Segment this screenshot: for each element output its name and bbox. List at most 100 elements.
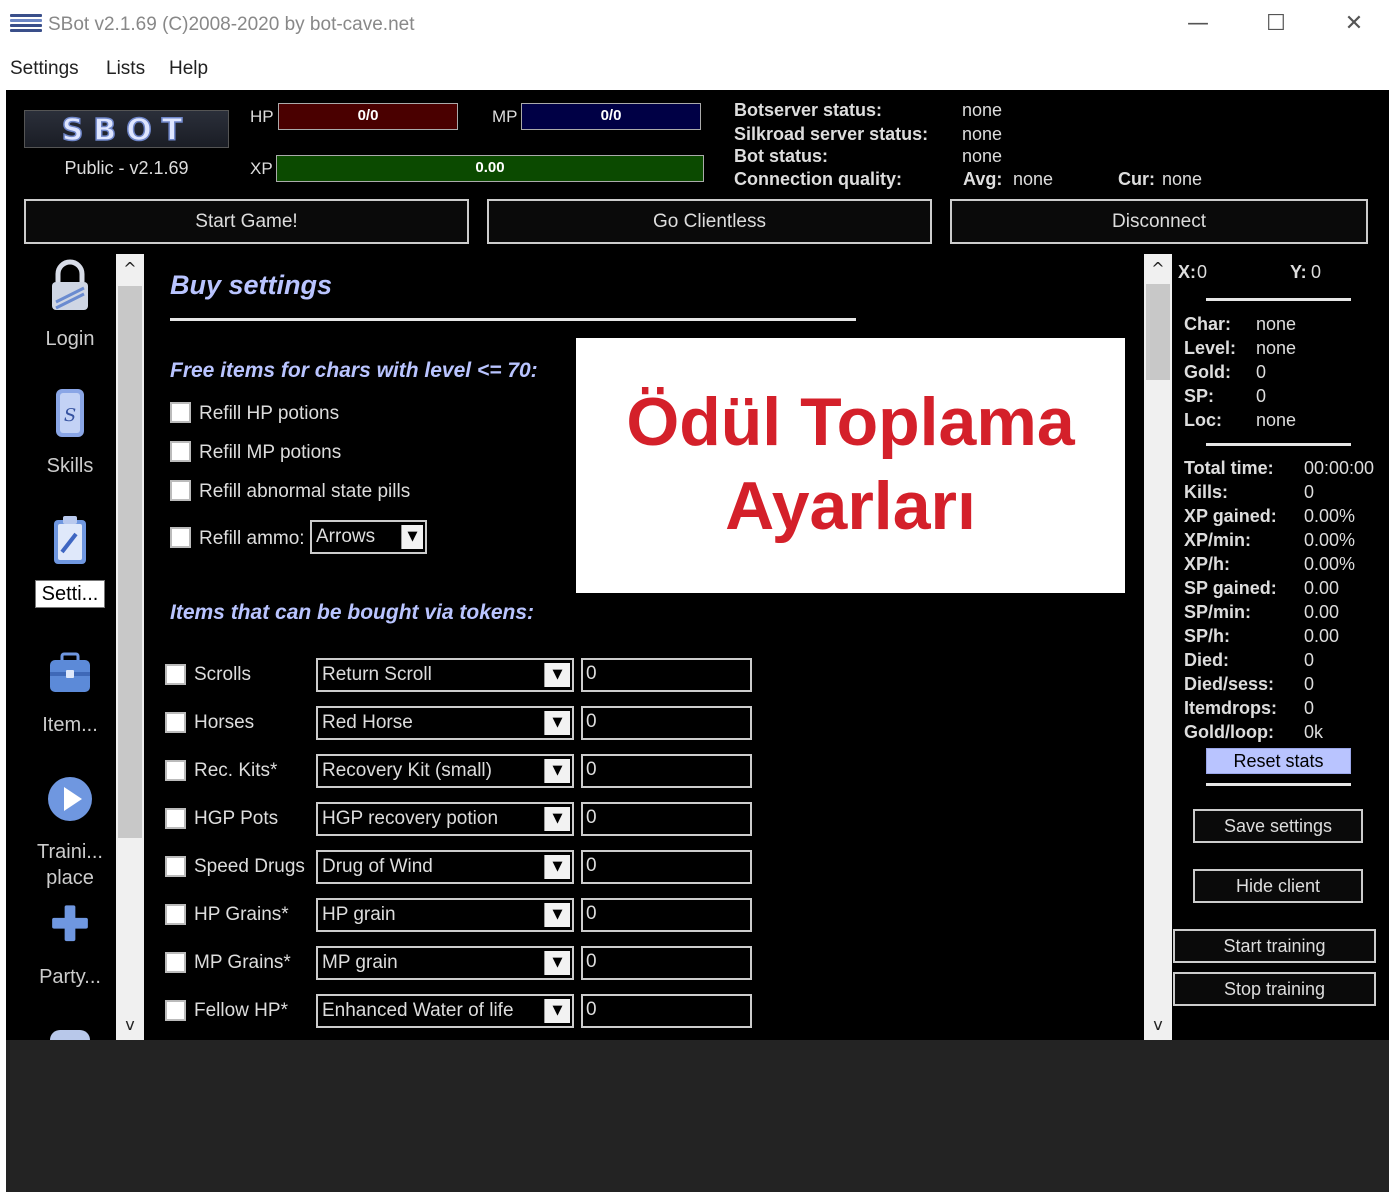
token-item-checkbox[interactable] bbox=[165, 952, 186, 973]
token-item-select[interactable]: Recovery Kit (small) ▼ bbox=[316, 754, 574, 788]
menu-settings[interactable]: Settings bbox=[10, 58, 79, 80]
token-item-quantity-input[interactable]: 0 bbox=[581, 994, 752, 1028]
token-item-select[interactable]: Enhanced Water of life ▼ bbox=[316, 994, 574, 1028]
clipboard-icon bbox=[54, 516, 86, 564]
refill-ammo-checkbox[interactable] bbox=[170, 527, 191, 548]
botserver-status-value: none bbox=[962, 100, 1003, 120]
panel-scroll-down-icon[interactable]: v bbox=[1144, 1010, 1172, 1040]
token-item-quantity-input[interactable]: 0 bbox=[581, 850, 752, 884]
token-item-select-value: Drug of Wind bbox=[322, 856, 433, 877]
stat-label: SP/min: bbox=[1184, 602, 1252, 622]
chevron-down-icon[interactable]: ▼ bbox=[544, 663, 570, 687]
token-item-select[interactable]: Return Scroll ▼ bbox=[316, 658, 574, 692]
minimize-button[interactable]: — bbox=[1178, 8, 1218, 40]
token-item-select[interactable]: Drug of Wind ▼ bbox=[316, 850, 574, 884]
chevron-down-icon[interactable]: ▼ bbox=[544, 759, 570, 783]
hp-bar: 0/0 bbox=[278, 103, 458, 130]
plus-icon bbox=[52, 905, 88, 942]
stat-label: Itemdrops: bbox=[1184, 698, 1278, 718]
token-item-quantity-input[interactable]: 0 bbox=[581, 946, 752, 980]
chevron-down-icon[interactable]: ▼ bbox=[544, 903, 570, 927]
nav-skills[interactable]: S Skills bbox=[28, 385, 112, 479]
stat-value: 0.00% bbox=[1304, 554, 1356, 574]
char-info-label: Gold: bbox=[1184, 362, 1231, 382]
token-item-quantity-input[interactable]: 0 bbox=[581, 802, 752, 836]
disconnect-button[interactable]: Disconnect bbox=[950, 199, 1368, 244]
scroll-up-icon[interactable]: ^ bbox=[116, 254, 144, 284]
token-item-checkbox[interactable] bbox=[165, 856, 186, 877]
scroll-down-icon[interactable]: v bbox=[116, 1010, 144, 1040]
reset-stats-button[interactable]: Reset stats bbox=[1206, 748, 1351, 774]
stat-value: 0.00 bbox=[1304, 578, 1340, 598]
chevron-down-icon[interactable]: ▼ bbox=[544, 855, 570, 879]
chevron-down-icon[interactable]: ▼ bbox=[544, 807, 570, 831]
nav-more-icon bbox=[50, 1030, 90, 1040]
chevron-down-icon[interactable]: ▼ bbox=[544, 999, 570, 1023]
token-item-select[interactable]: MP grain ▼ bbox=[316, 946, 574, 980]
logo-text: SBOT bbox=[62, 113, 192, 145]
go-clientless-button[interactable]: Go Clientless bbox=[487, 199, 932, 244]
chevron-down-icon[interactable]: ▼ bbox=[544, 711, 570, 735]
nav-items[interactable]: Item... bbox=[28, 644, 112, 738]
stat-label: Died/sess: bbox=[1184, 674, 1275, 694]
stat-value: 0.00 bbox=[1304, 626, 1340, 646]
menu-lists[interactable]: Lists bbox=[106, 58, 145, 80]
panel-scroll-thumb[interactable] bbox=[1146, 284, 1170, 380]
ammo-select[interactable]: Arrows ▼ bbox=[310, 520, 427, 554]
hide-client-button[interactable]: Hide client bbox=[1193, 869, 1363, 903]
token-item-quantity-input[interactable]: 0 bbox=[581, 754, 752, 788]
sbot-logo: SBOT bbox=[24, 110, 229, 148]
chevron-down-icon[interactable]: ▼ bbox=[401, 525, 423, 549]
token-item-checkbox[interactable] bbox=[165, 808, 186, 829]
token-item-select[interactable]: HGP recovery potion ▼ bbox=[316, 802, 574, 836]
menu-help[interactable]: Help bbox=[169, 58, 208, 80]
token-item-checkbox[interactable] bbox=[165, 1000, 186, 1021]
nav-settings[interactable]: Setti... bbox=[28, 512, 112, 608]
stat-value: 0 bbox=[1304, 482, 1315, 502]
token-item-checkbox[interactable] bbox=[165, 664, 186, 685]
refill-hp-checkbox[interactable] bbox=[170, 402, 191, 423]
close-button[interactable]: ✕ bbox=[1334, 8, 1374, 40]
char-info-label: Level: bbox=[1184, 338, 1237, 358]
token-item-select-value: Red Horse bbox=[322, 712, 413, 733]
chevron-down-icon[interactable]: ▼ bbox=[544, 951, 570, 975]
stop-training-button[interactable]: Stop training bbox=[1173, 972, 1376, 1006]
start-game-button[interactable]: Start Game! bbox=[24, 199, 469, 244]
bot-status-label: Bot status: bbox=[734, 146, 828, 166]
save-settings-button[interactable]: Save settings bbox=[1193, 809, 1363, 843]
panel-scrollbar[interactable]: ^ v bbox=[1144, 254, 1172, 1040]
token-item-quantity-input[interactable]: 0 bbox=[581, 658, 752, 692]
title-bar: SBot v2.1.69 (C)2008-2020 by bot-cave.ne… bbox=[0, 0, 1389, 50]
x-value: 0 bbox=[1197, 262, 1208, 282]
token-items-heading: Items that can be bought via tokens: bbox=[170, 601, 535, 624]
token-item-quantity-input[interactable]: 0 bbox=[581, 898, 752, 932]
char-info-value: none bbox=[1256, 338, 1297, 358]
refill-pills-checkbox[interactable] bbox=[170, 480, 191, 501]
token-item-quantity-input[interactable]: 0 bbox=[581, 706, 752, 740]
token-item-checkbox[interactable] bbox=[165, 904, 186, 925]
panel-title: Buy settings bbox=[170, 270, 333, 300]
token-item-select[interactable]: Red Horse ▼ bbox=[316, 706, 574, 740]
nav-items-label: Item... bbox=[42, 714, 98, 736]
refill-mp-checkbox[interactable] bbox=[170, 441, 191, 462]
nav-scrollbar[interactable]: ^ v bbox=[116, 254, 144, 1040]
panel-scroll-up-icon[interactable]: ^ bbox=[1144, 254, 1172, 284]
token-item-checkbox[interactable] bbox=[165, 760, 186, 781]
nav-party[interactable]: Party... bbox=[28, 900, 112, 990]
stat-label: Gold/loop: bbox=[1184, 722, 1274, 742]
nav-training-place[interactable]: Traini... place bbox=[28, 771, 112, 891]
token-item-label: Horses bbox=[194, 712, 255, 733]
xp-bar: 0.00 bbox=[276, 155, 704, 182]
free-items-heading: Free items for chars with level <= 70: bbox=[170, 359, 538, 382]
maximize-button[interactable]: ☐ bbox=[1256, 8, 1296, 40]
nav-scroll-thumb[interactable] bbox=[118, 286, 142, 838]
start-training-button[interactable]: Start training bbox=[1173, 929, 1376, 963]
token-item-select[interactable]: HP grain ▼ bbox=[316, 898, 574, 932]
char-info-label: Loc: bbox=[1184, 410, 1222, 430]
nav-skills-label: Skills bbox=[46, 455, 94, 477]
ammo-select-value: Arrows bbox=[316, 526, 376, 547]
play-icon bbox=[48, 777, 92, 821]
bottom-area bbox=[6, 1040, 1389, 1192]
token-item-checkbox[interactable] bbox=[165, 712, 186, 733]
nav-login[interactable]: Login bbox=[28, 258, 112, 352]
